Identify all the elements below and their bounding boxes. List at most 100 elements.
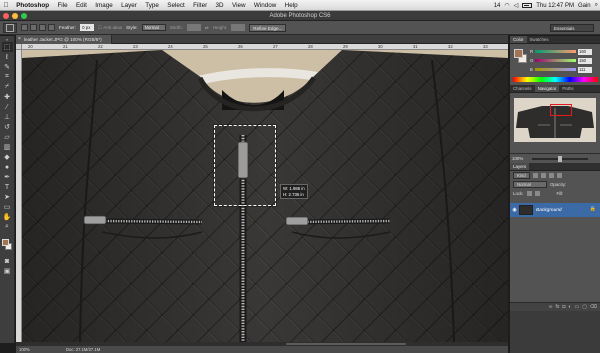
pixel-filter-icon[interactable]	[532, 173, 538, 178]
close-icon[interactable]	[3, 13, 9, 19]
trash-icon[interactable]: ⌫	[590, 304, 597, 310]
lock-pixels-icon[interactable]	[526, 191, 532, 196]
dodge-tool-icon[interactable]: ●	[2, 162, 13, 172]
antialias-checkbox[interactable]: ☐ Anti-alias	[98, 25, 122, 31]
lock-position-icon[interactable]	[534, 191, 540, 196]
new-layer-icon[interactable]: ▢	[582, 304, 587, 310]
swap-icon[interactable]: ⇄	[205, 25, 209, 31]
adjustment-filter-icon[interactable]	[540, 173, 546, 178]
shape-filter-icon[interactable]	[556, 173, 562, 178]
foreground-color-swatch[interactable]	[2, 239, 9, 246]
menu-3d[interactable]: 3D	[211, 0, 227, 11]
blend-mode-select[interactable]: Normal	[513, 181, 547, 188]
lasso-tool-icon[interactable]: ℓ	[2, 52, 13, 62]
search-icon[interactable]: ⌕	[595, 2, 598, 9]
style-select[interactable]: Normal	[141, 24, 166, 31]
add-selection-icon[interactable]	[30, 24, 37, 31]
navigator-thumbnail[interactable]	[514, 98, 596, 142]
rect-marquee-tool-icon[interactable]: ⬚	[1, 42, 13, 52]
document-size[interactable]: Doc: 27.1M/27.1M	[66, 346, 100, 353]
clock[interactable]: Thu 12:47 PM	[536, 3, 574, 9]
ruler-origin[interactable]	[16, 44, 22, 50]
new-selection-icon[interactable]	[21, 24, 28, 31]
layer-row-background[interactable]: ◉ Background 🔒	[510, 203, 600, 217]
screen-mode-icon[interactable]: ▣	[2, 266, 13, 276]
workspace-switcher[interactable]: Essentials	[550, 24, 594, 32]
apple-menu-icon[interactable]: 	[0, 2, 12, 9]
fx-icon[interactable]: fx	[556, 304, 560, 310]
gradient-tool-icon[interactable]: ▥	[2, 142, 13, 152]
type-tool-icon[interactable]: T	[2, 182, 13, 192]
tab-channels[interactable]: Channels	[510, 85, 535, 92]
hand-tool-icon[interactable]: ✋	[2, 212, 13, 222]
red-slider[interactable]	[535, 50, 576, 53]
link-layers-icon[interactable]: ∞	[549, 304, 553, 310]
pen-tool-icon[interactable]: ✒	[2, 172, 13, 182]
blur-tool-icon[interactable]: ◆	[2, 152, 13, 162]
navigator-zoom-knob[interactable]	[558, 156, 562, 162]
menu-edit[interactable]: Edit	[72, 0, 91, 11]
menu-type[interactable]: Type	[141, 0, 163, 11]
minimize-icon[interactable]	[12, 13, 18, 19]
tab-paths[interactable]: Paths	[559, 85, 576, 92]
feather-input[interactable]: 0 px	[80, 24, 95, 31]
menu-file[interactable]: File	[53, 0, 72, 11]
zoom-icon[interactable]	[21, 13, 27, 19]
blue-slider[interactable]	[535, 68, 576, 71]
shape-tool-icon[interactable]: ▭	[2, 202, 13, 212]
new-group-icon[interactable]: ▭	[574, 304, 579, 310]
wifi-icon[interactable]: ◠	[504, 2, 509, 9]
document-canvas[interactable]: W: 1.986 in H: 2.736 in	[22, 50, 508, 342]
zoom-tool-icon[interactable]: ⌕	[2, 222, 13, 232]
brush-tool-icon[interactable]: ⁄	[2, 102, 13, 112]
layer-name[interactable]: Background	[536, 208, 562, 213]
layer-kind-select[interactable]: Kind	[513, 172, 530, 179]
clone-stamp-tool-icon[interactable]: ⊥	[2, 112, 13, 122]
selection-marquee[interactable]	[214, 125, 276, 206]
crop-tool-icon[interactable]: ⌗	[2, 72, 13, 82]
quick-select-tool-icon[interactable]: ✎	[2, 62, 13, 72]
volume-icon[interactable]: ◁	[514, 2, 519, 9]
menu-layer[interactable]: Layer	[117, 0, 141, 11]
add-mask-icon[interactable]: ◘	[562, 304, 565, 310]
battery-icon[interactable]	[522, 3, 533, 8]
menu-photoshop[interactable]: Photoshop	[12, 0, 53, 11]
tab-navigator[interactable]: Navigator	[534, 85, 560, 92]
path-selection-tool-icon[interactable]: ➤	[2, 192, 13, 202]
menu-filter[interactable]: Filter	[189, 0, 211, 11]
navigator-view-box[interactable]	[550, 104, 572, 116]
color-panel-foreground[interactable]	[514, 49, 523, 58]
menu-select[interactable]: Select	[163, 0, 189, 11]
menu-view[interactable]: View	[228, 0, 250, 11]
close-tab-icon[interactable]: ×	[18, 35, 21, 44]
notification-badge[interactable]: 14	[494, 3, 501, 9]
type-filter-icon[interactable]	[548, 173, 554, 178]
navigator-zoom-value[interactable]: 100%	[512, 156, 523, 161]
tool-preset-picker[interactable]	[3, 22, 17, 33]
zoom-level[interactable]: 100%	[19, 347, 30, 352]
red-value[interactable]: 160	[578, 48, 592, 55]
healing-brush-tool-icon[interactable]: ✚	[2, 92, 13, 102]
tab-color[interactable]: Color	[510, 36, 527, 43]
tab-layers[interactable]: Layers	[510, 163, 530, 170]
eyedropper-tool-icon[interactable]: ⌿	[2, 82, 13, 92]
eye-icon[interactable]: ◉	[510, 207, 519, 213]
user-name[interactable]: Gain	[578, 3, 591, 9]
menu-window[interactable]: Window	[250, 0, 281, 11]
eraser-tool-icon[interactable]: ▱	[2, 132, 13, 142]
history-brush-tool-icon[interactable]: ↺	[2, 122, 13, 132]
refine-edge-button[interactable]: Refine Edge...	[249, 23, 287, 32]
width-input[interactable]	[186, 24, 201, 31]
intersect-selection-icon[interactable]	[48, 24, 55, 31]
menu-image[interactable]: Image	[91, 0, 117, 11]
tab-swatches[interactable]: Swatches	[527, 36, 552, 43]
green-slider[interactable]	[535, 59, 576, 62]
subtract-selection-icon[interactable]	[39, 24, 46, 31]
blue-value[interactable]: 111	[578, 66, 592, 73]
color-spectrum[interactable]	[513, 77, 598, 82]
adjustment-layer-icon[interactable]: ◐	[568, 304, 571, 310]
quick-mask-icon[interactable]: ◙	[2, 256, 13, 266]
height-input[interactable]	[231, 24, 246, 31]
menu-help[interactable]: Help	[281, 0, 302, 11]
green-value[interactable]: 150	[578, 57, 592, 64]
